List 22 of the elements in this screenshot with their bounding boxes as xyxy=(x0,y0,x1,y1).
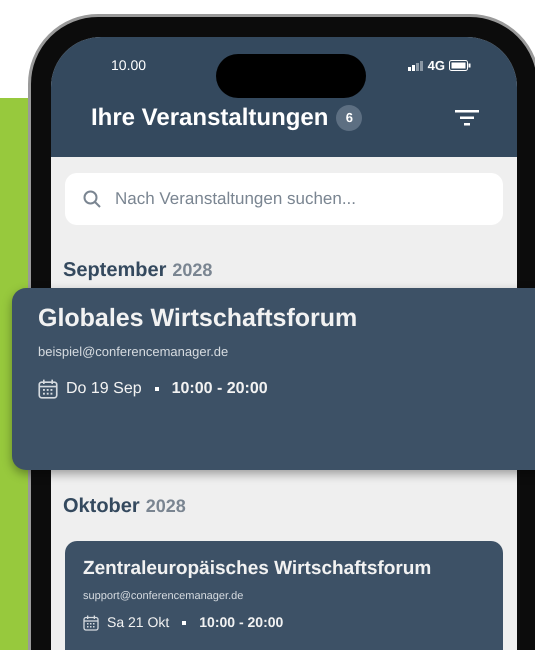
status-time: 10.00 xyxy=(111,56,146,75)
organizer-email: support@conferencemanager.de xyxy=(83,588,244,604)
battery-icon xyxy=(449,60,471,71)
filter-icon[interactable] xyxy=(455,110,479,126)
event-time: 10:00 - 20:00 xyxy=(199,613,284,632)
event-title: Globales Wirtschaftsforum xyxy=(38,303,358,334)
month-heading: September xyxy=(63,259,166,281)
event-time: 10:00 - 20:00 xyxy=(172,379,268,399)
network-label: 4G xyxy=(428,56,445,75)
organizer-email: beispiel@conferencemanager.de xyxy=(38,342,230,361)
month-heading: Oktober xyxy=(63,495,140,517)
year-label: 2028 xyxy=(172,260,212,280)
year-label: 2028 xyxy=(146,496,186,516)
calendar-icon xyxy=(83,614,99,630)
event-title: Zentraleuropäisches Wirtschaftsforum xyxy=(83,557,432,581)
page-title: Ihre Veranstaltungen xyxy=(91,103,328,133)
event-date: Do 19 Sep xyxy=(66,379,142,399)
search-field[interactable]: Nach Veranstaltungen suchen... xyxy=(65,173,503,225)
event-date: Sa 21 Okt xyxy=(107,613,170,632)
signal-icon xyxy=(408,60,424,70)
calendar-icon xyxy=(38,379,58,399)
event-count: 6 xyxy=(336,105,362,131)
